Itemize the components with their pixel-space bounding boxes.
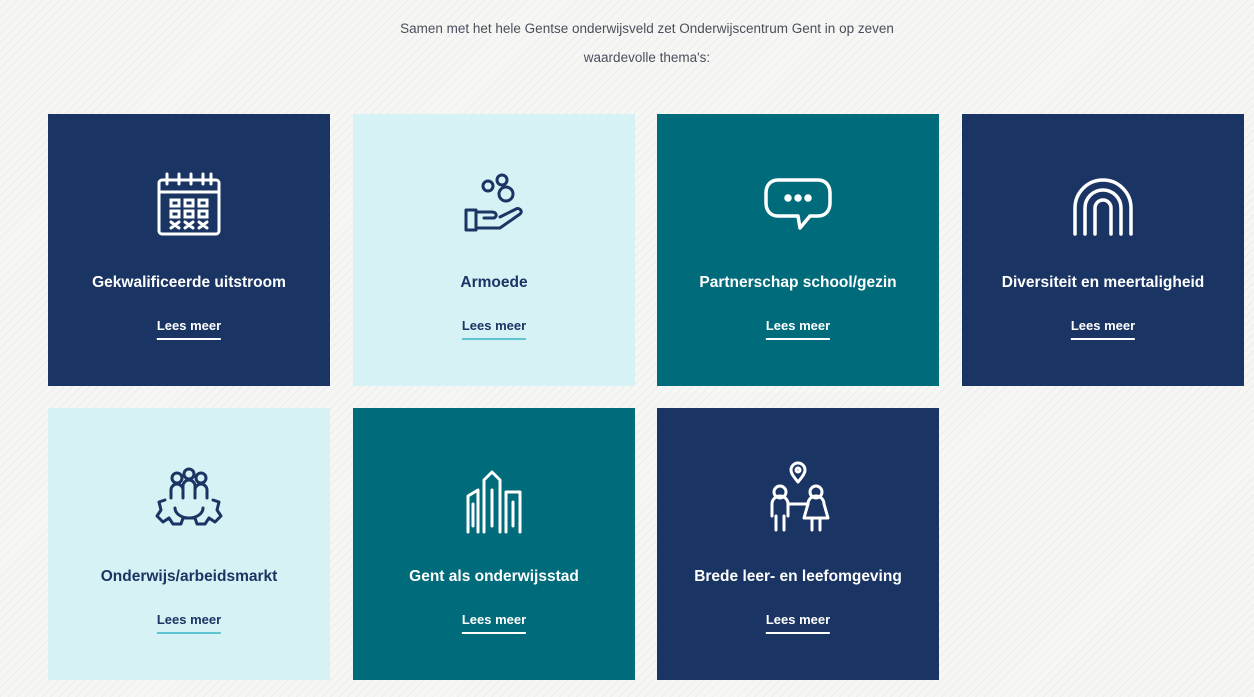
- city-buildings-icon: [454, 460, 534, 540]
- intro-line-1: Samen met het hele Gentse onderwijsveld …: [400, 21, 894, 36]
- theme-tile-gent-als-onderwijsstad[interactable]: Gent als onderwijsstad Lees meer: [353, 408, 635, 680]
- intro-line-2: waardevolle thema's:: [583, 50, 711, 65]
- people-gear-icon: [149, 460, 229, 540]
- rainbow-icon: [1063, 166, 1143, 246]
- theme-title: Armoede: [460, 274, 528, 291]
- calendar-icon: [149, 166, 229, 246]
- theme-title: Onderwijs/arbeidsmarkt: [100, 568, 278, 585]
- intro-text: Samen met het hele Gentse onderwijsveld …: [0, 14, 1254, 72]
- theme-tile-gekwalificeerde-uitstroom[interactable]: Gekwalificeerde uitstroom Lees meer: [48, 114, 330, 386]
- theme-tile-brede-leer-en-leefomgeving[interactable]: Brede leer- en leefomgeving Lees meer: [657, 408, 939, 680]
- speech-bubble-icon: [758, 166, 838, 246]
- hand-coins-icon: [454, 166, 534, 246]
- theme-tile-partnerschap-school-gezin[interactable]: Partnerschap school/gezin Lees meer: [657, 114, 939, 386]
- theme-title: Diversiteit en meertaligheid: [1001, 274, 1205, 291]
- theme-tile-onderwijs-arbeidsmarkt[interactable]: Onderwijs/arbeidsmarkt Lees meer: [48, 408, 330, 680]
- lees-meer-link[interactable]: Lees meer: [156, 318, 222, 340]
- lees-meer-link[interactable]: Lees meer: [765, 612, 831, 634]
- theme-title: Gent als onderwijsstad: [409, 568, 579, 585]
- lees-meer-link[interactable]: Lees meer: [461, 612, 527, 634]
- theme-tile-armoede[interactable]: Armoede Lees meer: [353, 114, 635, 386]
- lees-meer-link[interactable]: Lees meer: [461, 318, 527, 340]
- theme-tile-diversiteit-en-meertaligheid[interactable]: Diversiteit en meertaligheid Lees meer: [962, 114, 1244, 386]
- family-location-icon: [758, 460, 838, 540]
- lees-meer-link[interactable]: Lees meer: [1070, 318, 1136, 340]
- lees-meer-link[interactable]: Lees meer: [156, 612, 222, 634]
- theme-title: Partnerschap school/gezin: [699, 274, 897, 291]
- theme-title: Gekwalificeerde uitstroom: [92, 274, 286, 291]
- theme-title: Brede leer- en leefomgeving: [694, 568, 902, 585]
- lees-meer-link[interactable]: Lees meer: [765, 318, 831, 340]
